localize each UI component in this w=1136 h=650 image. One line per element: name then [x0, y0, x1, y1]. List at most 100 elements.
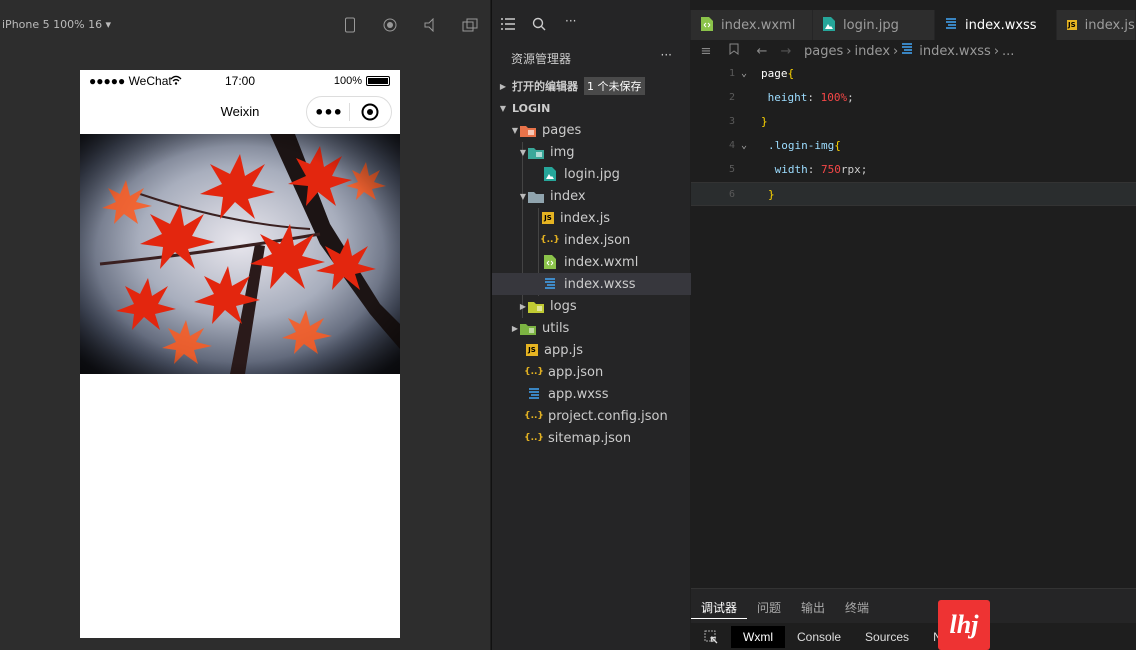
- tree-file-app-json[interactable]: {..} app.json: [492, 361, 691, 383]
- line-number: 3: [728, 116, 735, 127]
- tree-file-app-wxss[interactable]: app.wxss: [492, 383, 691, 405]
- outline-icon[interactable]: ≡: [696, 44, 716, 59]
- wxml-file-icon: [701, 16, 713, 34]
- collapsed-chevron-icon: ▶: [511, 323, 519, 333]
- code-line: 4 ⌄ .login-img{: [691, 134, 1136, 158]
- collapsed-chevron-icon: ▶: [519, 301, 527, 311]
- code-editor[interactable]: 1 ⌄ page{ 2 height: 100%; 3 } 4 ⌄ .login…: [691, 62, 1136, 206]
- more-actions-icon[interactable]: ···: [565, 14, 576, 28]
- tree-file-sitemap[interactable]: {..} sitemap.json: [492, 427, 691, 449]
- tree-file-project-config[interactable]: {..} project.config.json: [492, 405, 691, 427]
- explorer-pane: ··· 资源管理器 ··· ▶ 打开的编辑器 1 个未保存 ▼ LOGIN ▼ …: [491, 0, 691, 650]
- tree-file-index-wxml[interactable]: index.wxml: [492, 251, 691, 273]
- login-image: [80, 134, 400, 374]
- json-file-icon: {..}: [540, 235, 560, 245]
- panel-tabs: 调试器 问题 输出 终端: [691, 599, 879, 619]
- folder-open-icon: [528, 189, 544, 203]
- line-text: height: 100%;: [761, 86, 854, 110]
- tree-file-index-wxss[interactable]: index.wxss: [492, 273, 691, 295]
- property: width: [768, 163, 808, 176]
- breadcrumb-pages[interactable]: pages: [804, 44, 843, 59]
- tab-index-wxml[interactable]: index.wxml: [691, 10, 813, 40]
- tab-terminal[interactable]: 终端: [835, 599, 879, 619]
- phone-icon[interactable]: [341, 16, 359, 34]
- tree-folder-index[interactable]: ▼ index: [492, 185, 691, 207]
- list-icon[interactable]: [501, 18, 515, 33]
- devtools-tab-sources[interactable]: Sources: [853, 626, 921, 648]
- css-file-icon: [542, 277, 558, 291]
- js-file-icon: JS: [542, 212, 554, 224]
- inspect-icon[interactable]: [691, 630, 731, 644]
- collapsed-chevron-icon: ▶: [499, 81, 507, 91]
- tree-file-index-js[interactable]: JS index.js: [492, 207, 691, 229]
- tab-login-jpg[interactable]: login.jpg: [813, 10, 935, 40]
- tree-file-index-json[interactable]: {..} index.json: [492, 229, 691, 251]
- css-file-icon: [526, 387, 542, 401]
- more-button[interactable]: •••: [307, 103, 349, 122]
- tree-label: index.wxss: [564, 276, 636, 292]
- tree-folder-utils[interactable]: ▶ utils: [492, 317, 691, 339]
- devtools-tab-console[interactable]: Console: [785, 626, 853, 648]
- tree-label: img: [550, 144, 575, 160]
- tree-folder-logs[interactable]: ▶ logs: [492, 295, 691, 317]
- line-number: 4: [728, 140, 735, 151]
- tree-label: sitemap.json: [548, 430, 632, 446]
- tree-label: login.jpg: [564, 166, 620, 182]
- simulator-pane: iPhone 5 100% 16 ▾ ●●●●● WeChat 17:00 10…: [0, 0, 490, 650]
- device-select[interactable]: iPhone 5 100% 16 ▾: [2, 18, 111, 31]
- detach-window-icon[interactable]: [461, 16, 479, 34]
- expanded-chevron-icon: ▼: [511, 125, 519, 135]
- close-miniprogram-button[interactable]: [350, 103, 391, 121]
- open-editors-section[interactable]: ▶ 打开的编辑器 1 个未保存: [492, 76, 691, 96]
- tree-folder-pages[interactable]: ▼ pages: [492, 119, 691, 141]
- fold-chevron-icon[interactable]: ⌄: [741, 62, 747, 86]
- brace: {: [834, 139, 841, 152]
- tab-problems[interactable]: 问题: [747, 599, 791, 619]
- editor-tabs: index.wxml login.jpg index.wxss JS index…: [691, 10, 1136, 40]
- tree-file-login-jpg[interactable]: login.jpg: [492, 163, 691, 185]
- editor-pane: index.wxml login.jpg index.wxss JS index…: [691, 0, 1136, 650]
- folder-open-icon: [520, 123, 536, 137]
- forward-arrow-icon[interactable]: →: [776, 44, 796, 59]
- tree-label: index.wxml: [564, 254, 639, 270]
- expanded-chevron-icon: ▼: [499, 103, 507, 113]
- line-number: 6: [728, 189, 735, 200]
- nav-bar: Weixin •••: [80, 92, 400, 134]
- tree-label: app.json: [548, 364, 604, 380]
- tab-output[interactable]: 输出: [791, 599, 835, 619]
- volume-icon[interactable]: [421, 16, 439, 34]
- js-file-icon: JS: [526, 344, 538, 356]
- explorer-title: 资源管理器: [511, 52, 572, 66]
- tab-index-js[interactable]: JS index.js: [1057, 10, 1136, 40]
- bookmark-icon[interactable]: [724, 43, 744, 59]
- tree-label: index.json: [564, 232, 631, 248]
- breadcrumb-more[interactable]: ...: [1002, 44, 1014, 59]
- explorer-more-button[interactable]: ···: [661, 48, 672, 62]
- devtools-tab-wxml[interactable]: Wxml: [731, 626, 785, 648]
- brace: }: [761, 115, 768, 128]
- code-line: 5 width: 750rpx;: [691, 158, 1136, 182]
- breadcrumb-file[interactable]: index.wxss: [919, 44, 991, 59]
- status-bar: ●●●●● WeChat 17:00 100%: [80, 70, 400, 92]
- line-text: .login-img{: [768, 134, 841, 158]
- css-file-icon: [945, 17, 957, 33]
- tree-folder-img[interactable]: ▼ img: [492, 141, 691, 163]
- search-icon[interactable]: [532, 17, 546, 34]
- tree-label: index: [550, 188, 586, 204]
- tree-file-app-js[interactable]: JS app.js: [492, 339, 691, 361]
- breadcrumb-index[interactable]: index: [854, 44, 890, 59]
- line-number: 2: [728, 92, 735, 103]
- tree-label: index.js: [560, 210, 611, 226]
- project-section[interactable]: ▼ LOGIN: [492, 98, 691, 118]
- debug-panel: 调试器 问题 输出 终端 Wxml Console Sources Networ…: [691, 588, 1136, 650]
- fold-chevron-icon[interactable]: ⌄: [741, 134, 747, 158]
- code-line: 2 height: 100%;: [691, 86, 1136, 110]
- record-icon[interactable]: [381, 16, 399, 34]
- tab-label: index.wxml: [721, 17, 796, 33]
- tab-index-wxss[interactable]: index.wxss: [935, 10, 1057, 40]
- tab-debugger[interactable]: 调试器: [691, 599, 748, 619]
- tree-label: app.js: [544, 342, 583, 358]
- code-line-current: 6 }: [691, 182, 1136, 206]
- json-file-icon: {..}: [524, 411, 544, 421]
- back-arrow-icon[interactable]: ←: [752, 44, 772, 59]
